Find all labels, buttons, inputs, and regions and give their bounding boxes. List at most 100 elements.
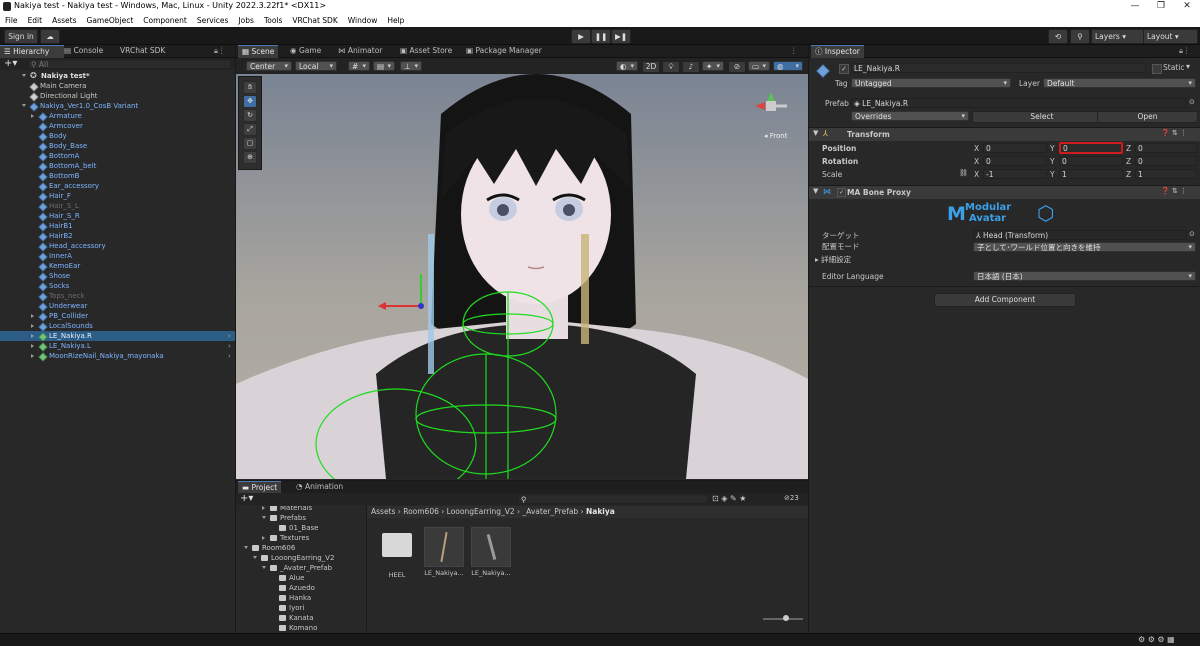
search-filter-icons[interactable]: ⊡ ◈ ✎ ★ — [712, 494, 746, 503]
position-y-field[interactable]: 0 — [1059, 142, 1123, 154]
history-icon[interactable]: ⟲ — [1048, 29, 1068, 44]
menu-edit[interactable]: Edit — [23, 14, 48, 27]
rect-tool-icon[interactable]: ▢ — [243, 137, 257, 150]
effects-icon[interactable]: ✦ — [702, 61, 724, 71]
hierarchy-item[interactable]: Body — [0, 131, 235, 142]
scale-z-field[interactable]: 1 — [1135, 169, 1197, 179]
snap-increment-icon[interactable]: ▤ — [373, 61, 395, 71]
project-folder-item[interactable]: Kanata — [236, 613, 366, 623]
hierarchy-item[interactable]: HairB1 — [0, 221, 235, 232]
static-dropdown-icon[interactable]: ▾ — [1186, 62, 1190, 71]
project-folder-item[interactable]: Hanka — [236, 593, 366, 603]
status-icons[interactable]: ⚙ ⚙ ⚙ ▦ — [1138, 635, 1175, 644]
step-button[interactable]: ▶❚ — [611, 29, 631, 44]
add-object-button[interactable]: +▾ — [4, 58, 17, 70]
hierarchy-item[interactable]: Armature — [0, 111, 235, 122]
mode-dropdown[interactable]: 子として･ワールド位置と向きを維持 — [973, 242, 1196, 252]
inspector-lock-icon[interactable]: 🔒︎⋮ — [1175, 45, 1195, 57]
project-search-input[interactable]: ⚲ — [518, 494, 708, 504]
scene-options-icon[interactable]: ⋮ — [786, 45, 802, 57]
language-dropdown[interactable]: 日本語 (日本) — [973, 271, 1196, 281]
tab-package-manager[interactable]: ▣ Package Manager — [462, 45, 546, 57]
expand-icon[interactable] — [31, 334, 34, 338]
collapse-icon[interactable] — [244, 546, 248, 549]
hierarchy-item[interactable]: Directional Light — [0, 91, 235, 102]
sign-in-button[interactable]: Sign in — [4, 29, 38, 44]
hierarchy-item[interactable]: Hair_S_R — [0, 211, 235, 222]
add-component-button[interactable]: Add Component — [934, 293, 1076, 307]
move-tool-icon[interactable]: ✥ — [243, 95, 257, 108]
crumb-avater-prefab[interactable]: _Avater_Prefab — [522, 507, 578, 516]
create-asset-button[interactable]: +▾ — [240, 493, 253, 505]
active-checkbox[interactable]: ✓ — [839, 64, 849, 74]
hierarchy-item[interactable]: HairB2 — [0, 231, 235, 242]
gizmos-icon[interactable]: ◍ — [773, 61, 803, 71]
asset-item-folder[interactable]: HEEL — [379, 527, 415, 579]
rotate-tool-icon[interactable]: ↻ — [243, 109, 257, 122]
hierarchy-item[interactable]: Head_accessory — [0, 241, 235, 252]
scene-viewport[interactable]: ◂ Front ✋︎ ✥ ↻ ⤢ ▢ ⊕ — [236, 74, 808, 479]
project-folder-item[interactable]: LooongEarring_V2 — [236, 553, 366, 563]
hierarchy-item[interactable]: LocalSounds — [0, 321, 235, 332]
hierarchy-item[interactable]: InnerA — [0, 251, 235, 262]
project-folder-item[interactable]: Iyori — [236, 603, 366, 613]
hierarchy-item[interactable]: BottomA — [0, 151, 235, 162]
menu-file[interactable]: File — [0, 14, 23, 27]
constrain-proportions-icon[interactable]: ⛓ — [959, 169, 968, 177]
collapse-icon[interactable] — [262, 516, 266, 519]
hierarchy-item[interactable]: LE_Nakiya.L › — [0, 341, 235, 352]
crumb-nakiya[interactable]: Nakiya — [586, 507, 615, 516]
tag-dropdown[interactable]: Untagged — [851, 78, 1011, 88]
component-enabled-checkbox[interactable]: ✓ — [837, 188, 846, 197]
layer-dropdown[interactable]: Default — [1043, 78, 1196, 88]
overrides-dropdown[interactable]: Overrides — [851, 111, 969, 121]
minimize-button[interactable]: — — [1122, 0, 1148, 14]
prefab-field[interactable]: ◈ LE_Nakiya.R — [851, 98, 1187, 108]
visibility-icon[interactable]: ⊘ — [728, 61, 746, 73]
project-folder-item[interactable]: _Avater_Prefab — [236, 563, 366, 573]
zoom-slider[interactable] — [763, 615, 803, 621]
menu-vrchat-sdk[interactable]: VRChat SDK — [287, 14, 342, 27]
collapse-icon[interactable] — [253, 556, 257, 559]
menu-component[interactable]: Component — [138, 14, 192, 27]
rotation-z-field[interactable]: 0 — [1135, 156, 1197, 166]
tab-animation[interactable]: ◔ Animation — [292, 481, 347, 493]
project-folder-item[interactable]: Textures — [236, 533, 366, 543]
menu-gameobject[interactable]: GameObject — [82, 14, 139, 27]
tab-asset-store[interactable]: ▣ Asset Store — [396, 45, 456, 57]
expand-icon[interactable] — [31, 314, 34, 318]
pause-button[interactable]: ❚❚ — [591, 29, 611, 44]
expand-icon[interactable] — [31, 344, 34, 348]
prefab-target-icon[interactable]: ⊙ — [1189, 98, 1195, 106]
asset-item-prefab-2[interactable]: LE_Nakiya... — [471, 527, 511, 577]
transform-tool-icon[interactable]: ⊕ — [243, 151, 257, 164]
hidden-count[interactable]: ⊘23 — [784, 494, 799, 502]
select-button[interactable]: Select — [972, 111, 1112, 123]
bone-proxy-header[interactable]: ▼ ⋈ ✓ MA Bone Proxy ❓ ⇅ ⋮ — [809, 185, 1200, 199]
open-prefab-icon[interactable]: › — [228, 351, 231, 361]
project-folder-item[interactable]: Alue — [236, 573, 366, 583]
hand-tool-icon[interactable]: ✋︎ — [243, 81, 257, 94]
expand-icon[interactable] — [31, 114, 34, 118]
project-folder-item[interactable]: 01_Base — [236, 523, 366, 533]
scale-tool-icon[interactable]: ⤢ — [243, 123, 257, 136]
play-button[interactable]: ▶ — [571, 29, 591, 44]
tab-vrchat-sdk[interactable]: VRChat SDK — [116, 45, 169, 57]
hierarchy-item[interactable]: Main Camera — [0, 81, 235, 92]
menu-help[interactable]: Help — [382, 14, 409, 27]
orient-icon[interactable]: ⊥ — [400, 61, 422, 71]
component-menu-icons[interactable]: ❓ ⇅ ⋮ — [1161, 129, 1187, 137]
scale-x-field[interactable]: -1 — [983, 169, 1047, 179]
asset-item-prefab-1[interactable]: LE_Nakiya... — [424, 527, 464, 577]
layout-dropdown[interactable]: Layout ▾ — [1143, 29, 1198, 44]
project-folder-item[interactable]: Room606 — [236, 543, 366, 553]
hierarchy-item[interactable]: Socks — [0, 281, 235, 292]
menu-tools[interactable]: Tools — [259, 14, 287, 27]
hierarchy-search-input[interactable]: ⚲ All — [28, 59, 232, 69]
lock-icon[interactable]: 🔒︎⋮ — [210, 45, 230, 57]
hierarchy-item[interactable]: Tops_neck — [0, 291, 235, 302]
maximize-button[interactable]: ❐ — [1148, 0, 1174, 14]
zoom-slider-handle[interactable] — [783, 615, 789, 621]
collapse-icon[interactable] — [262, 566, 266, 569]
menu-services[interactable]: Services — [192, 14, 234, 27]
